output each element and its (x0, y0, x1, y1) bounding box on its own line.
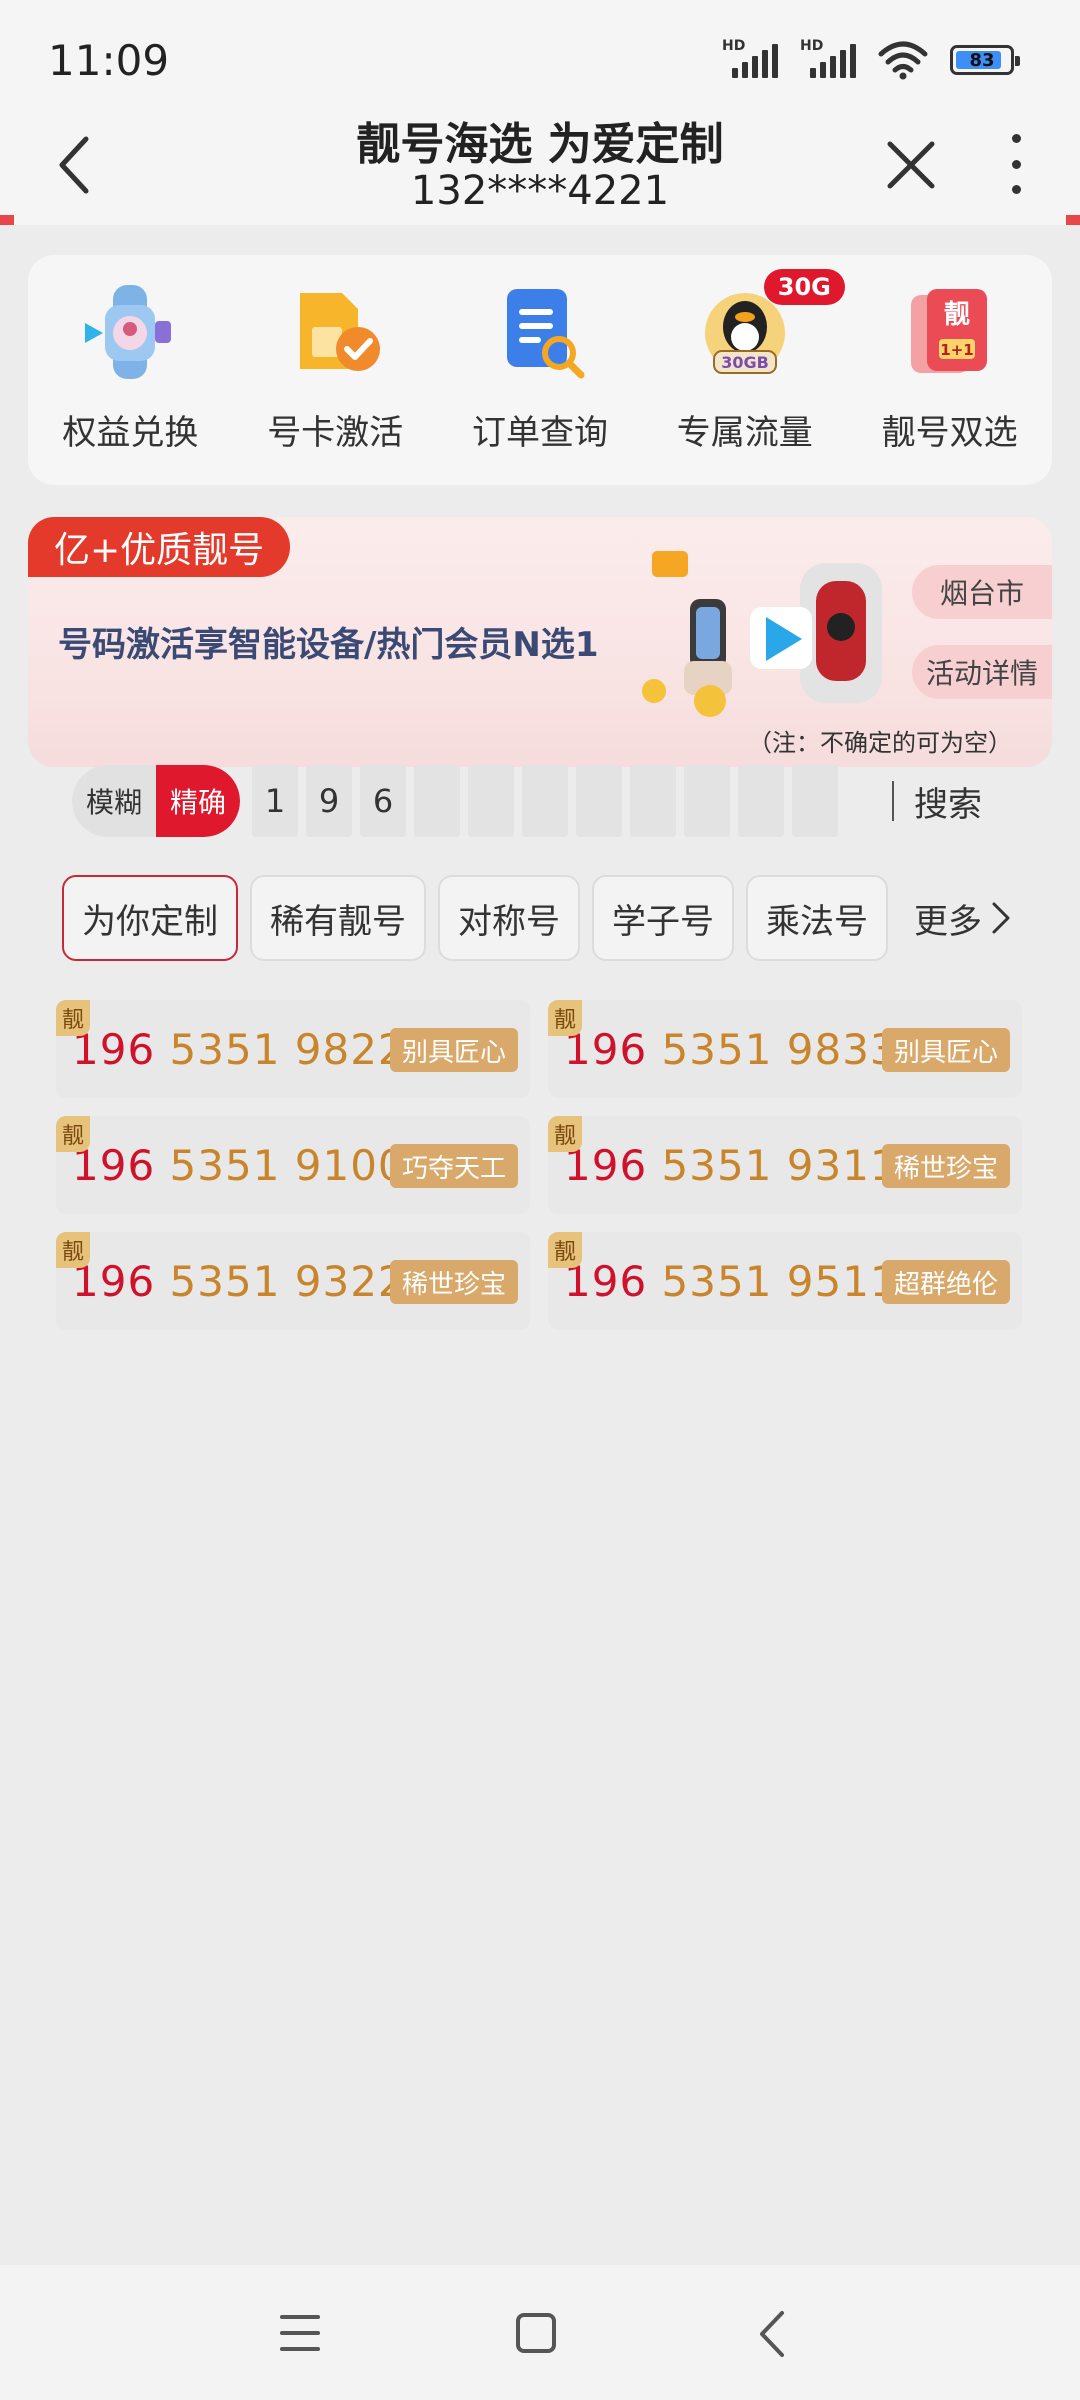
digit-input[interactable] (792, 765, 838, 837)
order-search-icon (485, 277, 595, 387)
digit-input[interactable] (630, 765, 676, 837)
number-tag: 巧夺天工 (389, 1144, 518, 1188)
number-card[interactable]: 靓 196 5351 9311 稀世珍宝 (548, 1116, 1022, 1214)
main-content: 权益兑换 号卡激活 订单查询 30GB 30G 专属流量 靓 1+1 靓号双选 … (0, 225, 1080, 2265)
digit-inputs: 1 9 6 (252, 765, 838, 837)
quick-link-exclusive-data[interactable]: 30GB 30G 专属流量 (650, 269, 845, 485)
mode-fuzzy-option[interactable]: 模糊 (72, 765, 156, 837)
number-card[interactable]: 靓 196 5351 9100 巧夺天工 (56, 1116, 530, 1214)
more-dot-icon (1011, 134, 1021, 143)
svg-text:靓: 靓 (944, 300, 970, 330)
premium-mark: 靓 (56, 1116, 91, 1152)
chevron-right-icon (992, 902, 1010, 934)
category-tabs: 为你定制 稀有靓号 对称号 学子号 乘法号 更多 (62, 875, 1062, 965)
double-number-icon: 靓 1+1 (895, 277, 1005, 387)
quick-link-label: 专属流量 (676, 413, 813, 453)
phone-number: 196 5351 9100 (72, 1140, 406, 1190)
tab-student[interactable]: 学子号 (592, 875, 734, 961)
signal-icon-2: HD (800, 38, 856, 78)
tab-custom[interactable]: 为你定制 (62, 875, 238, 961)
number-card[interactable]: 靓 196 5351 9322 稀世珍宝 (56, 1232, 530, 1330)
menu-icon[interactable] (280, 2315, 320, 2351)
wifi-icon (878, 41, 928, 80)
activity-details-button[interactable]: 活动详情 (912, 645, 1052, 699)
quick-link-double-number[interactable]: 靓 1+1 靓号双选 (855, 277, 1045, 485)
title-bar: 靓号海选 为爱定制 132****4221 (0, 100, 1080, 225)
signal-icon: HD (722, 38, 778, 78)
quick-link-label: 靓号双选 (881, 413, 1018, 453)
digit-input[interactable] (414, 765, 460, 837)
number-card[interactable]: 靓 196 5351 9511 超群绝伦 (548, 1232, 1022, 1330)
number-search-row: 模糊 精确 1 9 6 搜索 (72, 765, 1032, 837)
number-tag: 稀世珍宝 (881, 1144, 1010, 1188)
data-badge: 30G (763, 269, 845, 305)
phone-number: 196 5351 9311 (564, 1140, 898, 1190)
search-button[interactable]: 搜索 (914, 777, 982, 826)
system-nav-bar (0, 2265, 1080, 2400)
signal-hd-label: HD (722, 38, 746, 54)
digit-input[interactable]: 9 (306, 765, 352, 837)
premium-mark: 靓 (56, 1232, 91, 1268)
quick-link-label: 权益兑换 (62, 413, 199, 453)
svg-text:1+1: 1+1 (940, 341, 973, 359)
svg-text:30GB: 30GB (721, 353, 769, 372)
status-time: 11:09 (48, 36, 170, 85)
quick-links-card: 权益兑换 号卡激活 订单查询 30GB 30G 专属流量 靓 1+1 靓号双选 (28, 255, 1052, 485)
digit-input[interactable]: 1 (252, 765, 298, 837)
number-tag: 别具匠心 (389, 1028, 518, 1072)
status-icons: HD HD 83 (722, 38, 1020, 80)
more-dot-icon (1011, 185, 1021, 194)
number-tag: 超群绝伦 (881, 1260, 1010, 1304)
digit-input[interactable]: 6 (360, 765, 406, 837)
tab-more-label: 更多 (914, 901, 982, 942)
tab-multiplication[interactable]: 乘法号 (746, 875, 888, 961)
mode-exact-option[interactable]: 精确 (156, 765, 240, 837)
tab-more[interactable]: 更多 (900, 875, 1026, 961)
digit-input[interactable] (468, 765, 514, 837)
phone-number: 196 5351 9322 (72, 1256, 406, 1306)
number-tag: 别具匠心 (881, 1028, 1010, 1072)
digit-input[interactable] (738, 765, 784, 837)
tab-rare[interactable]: 稀有靓号 (250, 875, 426, 961)
premium-mark: 靓 (548, 1232, 583, 1268)
quick-link-label: 号卡激活 (267, 413, 404, 453)
battery-level: 83 (969, 49, 995, 71)
close-button[interactable] (876, 130, 946, 200)
promo-banner[interactable]: 亿+优质靓号 号码激活享智能设备/热门会员N选1 烟台市 活动详情 （注：不确定… (28, 517, 1052, 767)
digit-input[interactable] (684, 765, 730, 837)
digit-input[interactable] (576, 765, 622, 837)
tab-symmetric[interactable]: 对称号 (438, 875, 580, 961)
search-divider (892, 781, 894, 821)
phone-number: 196 5351 9833 (564, 1024, 898, 1074)
quick-link-rights-exchange[interactable]: 权益兑换 (35, 277, 225, 485)
back-nav-icon[interactable] (752, 2309, 792, 2359)
number-card[interactable]: 靓 196 5351 9822 别具匠心 (56, 1000, 530, 1098)
more-dot-icon (1011, 159, 1021, 169)
sim-card-check-icon (280, 277, 390, 387)
premium-mark: 靓 (548, 1116, 583, 1152)
quick-link-card-activation[interactable]: 号卡激活 (240, 277, 430, 485)
banner-note: （注：不确定的可为空） (748, 729, 1012, 757)
premium-mark: 靓 (548, 1000, 583, 1036)
number-card[interactable]: 靓 196 5351 9833 别具匠心 (548, 1000, 1022, 1098)
close-icon (887, 141, 935, 189)
phone-number: 196 5351 9511 (564, 1256, 898, 1306)
home-icon[interactable] (516, 2313, 556, 2353)
battery-icon: 83 (950, 45, 1020, 75)
digit-input[interactable] (522, 765, 568, 837)
banner-text: 号码激活享智能设备/热门会员N选1 (58, 625, 599, 665)
phone-number: 196 5351 9822 (72, 1024, 406, 1074)
device-illustration-icon (642, 551, 882, 717)
more-options-button[interactable] (996, 134, 1036, 194)
city-selector[interactable]: 烟台市 (912, 565, 1052, 619)
number-tag: 稀世珍宝 (389, 1260, 518, 1304)
search-mode-toggle[interactable]: 模糊 精确 (72, 765, 240, 837)
premium-mark: 靓 (56, 1000, 91, 1036)
banner-tag: 亿+优质靓号 (28, 517, 291, 577)
signal-hd-label-2: HD (800, 38, 824, 54)
quick-link-label: 订单查询 (471, 413, 608, 453)
quick-link-order-query[interactable]: 订单查询 (445, 277, 635, 485)
watch-gift-icon (75, 277, 185, 387)
number-list: 靓 196 5351 9822 别具匠心 靓 196 5351 9833 别具匠… (56, 1000, 1026, 1330)
